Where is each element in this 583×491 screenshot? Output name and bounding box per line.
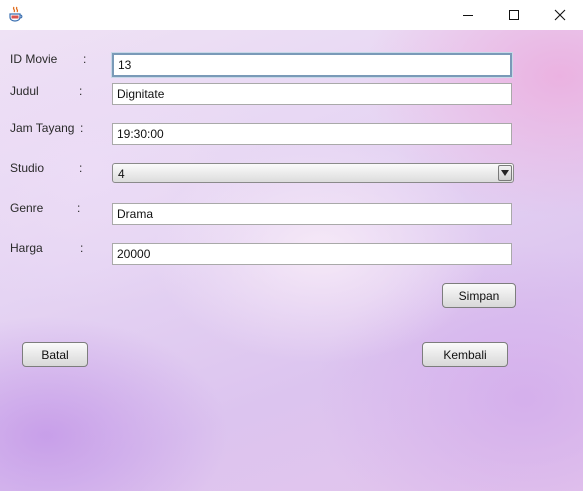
minimize-icon: [463, 15, 473, 16]
judul-colon: :: [79, 84, 83, 98]
studio-colon: :: [79, 161, 83, 175]
id-movie-input[interactable]: [112, 53, 512, 77]
harga-label: Harga: [10, 241, 43, 255]
genre-label: Genre: [10, 201, 44, 215]
harga-colon: :: [80, 241, 84, 255]
batal-button[interactable]: Batal: [22, 342, 88, 367]
genre-input[interactable]: [112, 203, 512, 225]
judul-input[interactable]: [112, 83, 512, 105]
studio-label: Studio: [10, 161, 45, 175]
studio-select[interactable]: 4: [112, 163, 514, 183]
jam-tayang-input[interactable]: [112, 123, 512, 145]
java-cup-icon: [8, 6, 23, 22]
form-panel: ID Movie : Judul : Jam Tayang : Studio :…: [0, 30, 583, 491]
jam-tayang-label: Jam Tayang: [10, 121, 75, 135]
title-bar: [0, 0, 583, 30]
jam-tayang-colon: :: [80, 121, 84, 135]
maximize-icon: [509, 10, 519, 20]
id-movie-label: ID Movie: [10, 52, 58, 66]
genre-colon: :: [77, 201, 81, 215]
dropdown-arrow-icon[interactable]: [498, 165, 512, 181]
maximize-button[interactable]: [491, 0, 537, 30]
close-icon: [554, 9, 566, 21]
studio-selected-value: 4: [118, 167, 125, 181]
kembali-button[interactable]: Kembali: [422, 342, 508, 367]
simpan-button[interactable]: Simpan: [442, 283, 516, 308]
id-movie-colon: :: [83, 52, 87, 66]
harga-input[interactable]: [112, 243, 512, 265]
close-button[interactable]: [537, 0, 583, 30]
minimize-button[interactable]: [445, 0, 491, 30]
judul-label: Judul: [10, 84, 39, 98]
